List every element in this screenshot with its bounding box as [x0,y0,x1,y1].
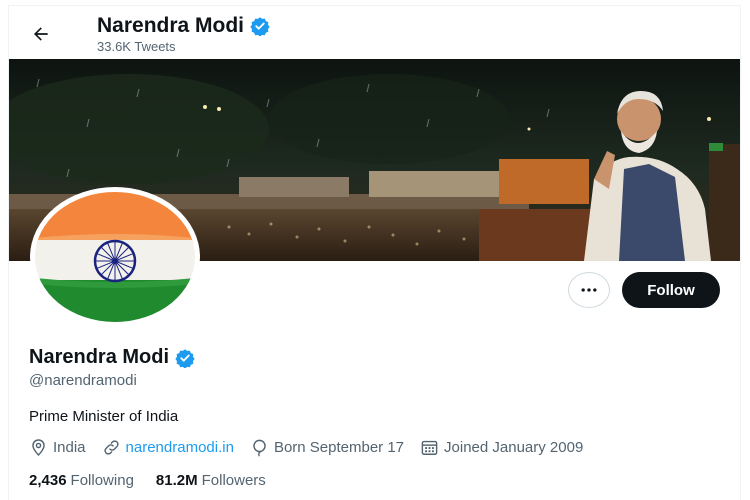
following-label: Following [70,472,134,489]
verified-badge-icon [250,17,270,36]
back-button[interactable] [23,16,59,52]
link-icon [103,440,119,455]
profile-meta: India narendramodi.in Born September 17 [29,438,599,457]
location-pin-icon [32,439,45,457]
birthday-text: Born September 17 [273,439,405,456]
meta-joined: Joined January 2009 [420,438,583,457]
follow-stats: 2,436 Following 81.2M Followers [29,472,266,489]
followers-label: Followers [201,472,266,489]
verified-badge-icon[interactable] [175,348,195,368]
header-name: Narendra Modi [97,14,245,37]
calendar-icon [421,440,438,455]
profile-name: Narendra Modi [29,346,170,368]
followers-count: 81.2M [155,472,198,489]
following-stat[interactable]: 2,436 Following [29,472,134,489]
more-dots-icon [581,288,597,292]
profile-handle: @narendramodi [29,372,137,389]
balloon-icon [253,439,266,457]
arrow-left-icon [34,27,48,41]
profile-avatar[interactable] [30,187,200,327]
meta-location: India [29,438,86,457]
joined-text: Joined January 2009 [444,439,584,456]
website-link[interactable]: narendramodi.in [126,439,234,456]
profile-page: Narendra Modi 33.6K Tweets Follow Narend… [8,5,741,500]
followers-stat[interactable]: 81.2M Followers [156,472,266,489]
more-options-button[interactable] [568,272,610,308]
header-title: Narendra Modi [97,14,270,38]
meta-birthday: Born September 17 [250,438,404,457]
profile-name-row: Narendra Modi [29,346,195,369]
meta-website: narendramodi.in [102,438,234,457]
tweet-count: 33.6K Tweets [97,39,176,54]
india-flag-image [35,192,195,322]
following-count: 2,436 [29,472,67,489]
follow-button[interactable]: Follow [622,272,720,308]
profile-bio: Prime Minister of India [29,408,179,425]
location-text: India [53,439,86,456]
